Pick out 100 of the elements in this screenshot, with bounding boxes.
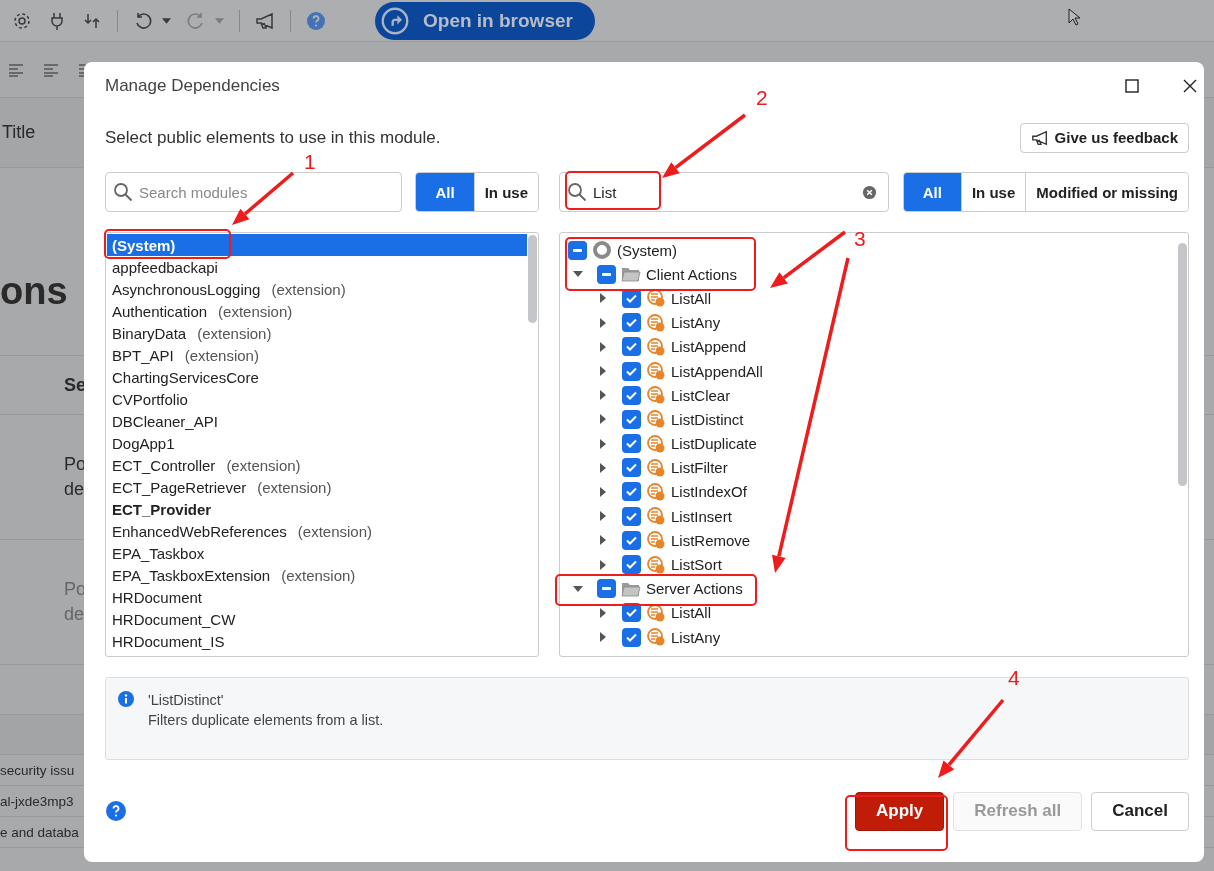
module-item[interactable]: BPT_API (extension) <box>107 344 527 366</box>
tree-item[interactable]: ListAll <box>671 604 711 622</box>
tree-item[interactable]: ListClear <box>671 386 731 404</box>
close-icon[interactable] <box>1183 79 1197 93</box>
caret-icon[interactable] <box>162 17 171 24</box>
expand-caret-icon[interactable] <box>598 366 608 377</box>
expand-caret-icon[interactable] <box>598 511 608 522</box>
module-note: (extension) <box>184 346 259 364</box>
checkbox[interactable] <box>622 530 641 550</box>
expand-caret-icon[interactable] <box>598 486 608 497</box>
module-item[interactable]: Authentication (extension) <box>107 300 527 322</box>
tree-item[interactable]: ListDistinct <box>671 410 744 428</box>
module-item[interactable]: EnhancedWebReferences (extension) <box>107 520 527 542</box>
filter-tab[interactable]: All <box>903 173 961 211</box>
checkbox[interactable] <box>622 458 641 478</box>
scrollbar[interactable] <box>1178 243 1187 486</box>
tree-item[interactable]: (System) <box>617 241 677 259</box>
checkbox[interactable] <box>622 385 641 405</box>
clear-icon[interactable] <box>862 184 877 200</box>
tree-item[interactable]: Server Actions <box>646 580 743 598</box>
tree-item[interactable]: ListFilter <box>671 459 728 477</box>
expand-caret-icon[interactable] <box>598 293 608 304</box>
scrollbar[interactable] <box>528 235 537 323</box>
checkbox[interactable] <box>568 240 587 260</box>
module-item[interactable]: ECT_Controller (extension) <box>107 454 527 476</box>
expand-caret-icon[interactable] <box>598 414 608 425</box>
module-item[interactable]: HRDocument_IS <box>107 630 527 652</box>
expand-caret-icon[interactable] <box>598 632 608 643</box>
module-note: (extension) <box>226 456 301 474</box>
megaphone-icon[interactable] <box>255 10 275 31</box>
collapse-caret-icon[interactable] <box>573 583 583 594</box>
tree-item[interactable]: ListAll <box>671 289 711 307</box>
tree-item[interactable]: ListIndexOf <box>671 483 747 501</box>
annotation-number: 2 <box>756 86 768 110</box>
maximize-icon[interactable] <box>1125 79 1139 93</box>
module-item[interactable]: DogApp1 <box>107 432 527 454</box>
tree-item[interactable]: Client Actions <box>646 265 737 283</box>
dialog-button[interactable]: Cancel <box>1091 791 1189 831</box>
checkbox[interactable] <box>622 361 641 381</box>
expand-caret-icon[interactable] <box>598 341 608 352</box>
module-item[interactable]: appfeedbackapi <box>107 256 527 278</box>
module-item[interactable]: HRDocument_CW <box>107 608 527 630</box>
module-item[interactable]: EPA_TaskboxExtension (extension) <box>107 564 527 586</box>
module-item[interactable]: (System) <box>107 234 527 256</box>
tree-item[interactable]: ListInsert <box>671 507 732 525</box>
checkbox[interactable] <box>622 337 641 357</box>
expand-caret-icon[interactable] <box>598 317 608 328</box>
module-item[interactable]: AsynchronousLogging (extension) <box>107 278 527 300</box>
module-item[interactable]: ChartingServicesCore <box>107 366 527 388</box>
module-item[interactable]: ECT_PageRetriever (extension) <box>107 476 527 498</box>
checkbox[interactable] <box>622 313 641 333</box>
checkbox[interactable] <box>597 579 616 599</box>
module-item[interactable]: HRDocument <box>107 586 527 608</box>
checkbox[interactable] <box>622 409 641 429</box>
tree-item[interactable]: ListRemove <box>671 531 751 549</box>
checkbox[interactable] <box>622 627 641 647</box>
filter-tab[interactable]: In use <box>473 173 538 211</box>
table-cell-text: de <box>64 478 85 501</box>
checkbox[interactable] <box>622 434 641 454</box>
action-icon <box>646 481 666 502</box>
tree-item[interactable]: ListAppend <box>671 338 747 356</box>
module-item[interactable]: DBCleaner_API <box>107 410 527 432</box>
expand-caret-icon[interactable] <box>598 462 608 473</box>
apply-button[interactable]: Apply <box>855 791 945 831</box>
feedback-button[interactable]: Give us feedback <box>1019 122 1189 153</box>
module-item[interactable]: CVPortfolio <box>107 388 527 410</box>
open-in-browser-button[interactable]: Open in browser <box>375 1 595 40</box>
expand-caret-icon[interactable] <box>598 390 608 401</box>
tree-item[interactable]: ListAny <box>671 628 721 646</box>
checkbox[interactable] <box>622 555 641 575</box>
checkbox[interactable] <box>597 264 616 284</box>
action-icon <box>646 312 666 333</box>
tree-item[interactable]: ListAppendAll <box>671 362 763 380</box>
module-item[interactable]: BinaryData (extension) <box>107 322 527 344</box>
module-item[interactable]: EPA_Taskbox <box>107 542 527 564</box>
checkbox[interactable] <box>622 482 641 502</box>
expand-caret-icon[interactable] <box>598 559 608 570</box>
gear-icon[interactable] <box>12 10 32 31</box>
table-cell-text: de <box>64 603 85 626</box>
expand-caret-icon[interactable] <box>598 535 608 546</box>
tree-item[interactable]: ListSort <box>671 556 722 574</box>
module-note: (extension) <box>281 566 356 584</box>
help-icon[interactable] <box>106 801 126 821</box>
search-field[interactable]: List <box>559 172 889 212</box>
action-icon <box>646 627 666 648</box>
module-note: (extension) <box>271 280 346 298</box>
filter-tab[interactable]: Modified or missing <box>1025 173 1188 211</box>
checkbox[interactable] <box>622 506 641 526</box>
external-link-icon <box>381 6 409 35</box>
tree-item[interactable]: ListDuplicate <box>671 435 757 453</box>
module-item[interactable]: ECT_Provider <box>107 498 527 520</box>
expand-caret-icon[interactable] <box>598 438 608 449</box>
search-field[interactable]: Search modules <box>105 172 402 212</box>
annotation-number: 4 <box>1008 666 1020 690</box>
tree-item[interactable]: ListAny <box>671 314 721 332</box>
expand-caret-icon[interactable] <box>598 607 608 618</box>
annotation-number: 1 <box>304 150 316 174</box>
action-icon <box>646 409 666 430</box>
undo-icon[interactable] <box>133 10 153 31</box>
filter-tab[interactable]: All <box>416 173 474 211</box>
